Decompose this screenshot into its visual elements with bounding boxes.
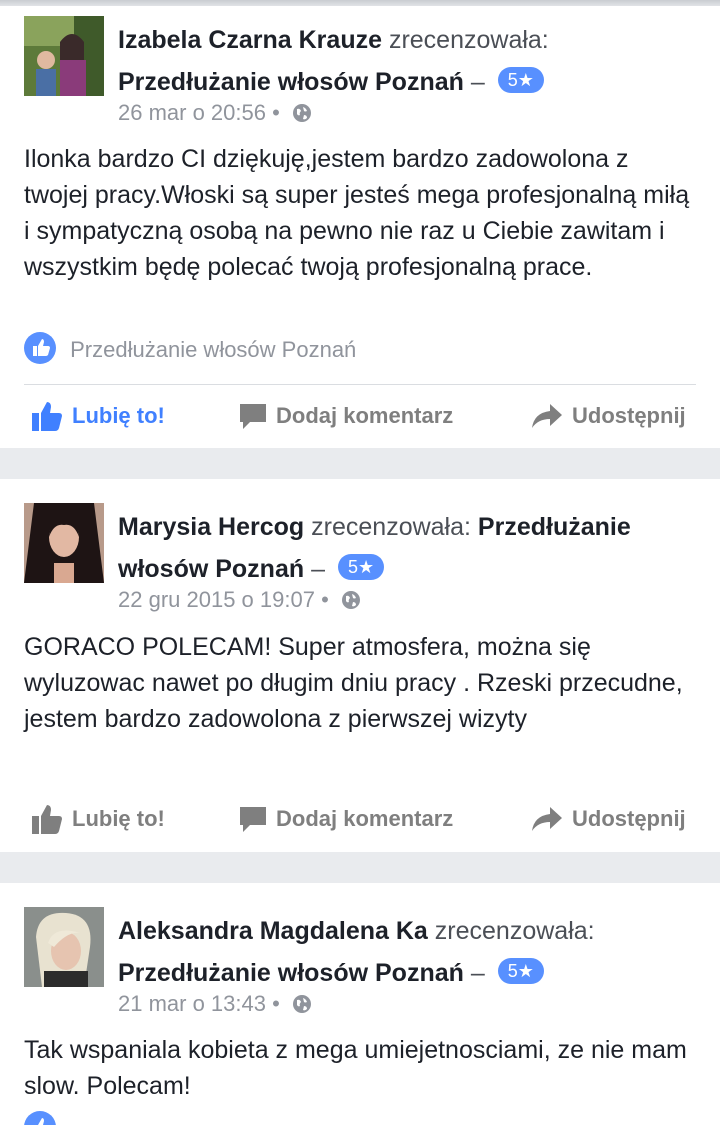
page-name[interactable]: Przedłużanie włosów Poznań	[118, 959, 464, 987]
action-bar: Lubię to! Dodaj komentarz Udostępnij	[0, 795, 720, 843]
review-text: Tak wspaniala kobieta z mega umiejetnosc…	[24, 1036, 687, 1100]
reviewer-name[interactable]: Aleksandra Magdalena Ka	[118, 917, 428, 945]
review-text: Ilonka bardzo CI dziękuję,jestem bardzo …	[24, 145, 690, 281]
review-card: Izabela Czarna Krauze zrecenzowała: Prze…	[0, 6, 720, 448]
comment-label: Dodaj komentarz	[276, 403, 454, 428]
share-icon	[532, 807, 562, 831]
share-button[interactable]: Udostępnij	[530, 392, 686, 440]
review-meta: 26 mar o 20:56 •	[118, 98, 312, 131]
globe-icon	[292, 992, 312, 1022]
comment-label: Dodaj komentarz	[276, 806, 454, 831]
review-card: Marysia Hercog zrecenzowała: Przedłużani…	[0, 479, 720, 852]
review-header: Marysia Hercog zrecenzowała: Przedłużani…	[118, 506, 704, 590]
avatar[interactable]	[24, 503, 104, 583]
meta-separator: •	[272, 991, 280, 1016]
share-button[interactable]: Udostępnij	[530, 795, 686, 843]
review-card: Aleksandra Magdalena Ka zrecenzowała: Pr…	[0, 883, 720, 1125]
dash: –	[470, 959, 485, 987]
globe-icon	[292, 101, 312, 131]
page-name[interactable]: Przedłużanie włosów Poznań	[118, 68, 464, 96]
review-date[interactable]: 21 mar o 13:43	[118, 991, 266, 1016]
comment-icon	[240, 807, 266, 832]
recommended-page[interactable]: Przedłużanie włosów Poznań	[70, 337, 356, 362]
avatar[interactable]	[24, 16, 104, 96]
dash: –	[470, 68, 485, 96]
like-label: Lubię to!	[72, 806, 165, 831]
like-badge-icon	[24, 332, 56, 373]
review-header: Aleksandra Magdalena Ka zrecenzowała: Pr…	[118, 910, 704, 994]
review-date[interactable]: 26 mar o 20:56	[118, 100, 266, 125]
review-date[interactable]: 22 gru 2015 o 19:07	[118, 587, 315, 612]
review-meta: 22 gru 2015 o 19:07 •	[118, 585, 361, 618]
dash: –	[311, 555, 325, 583]
recommended-line-partial	[24, 1111, 64, 1125]
comment-button[interactable]: Dodaj komentarz	[238, 795, 453, 843]
globe-icon	[341, 588, 361, 618]
meta-separator: •	[321, 587, 329, 612]
review-verb: zrecenzowała:	[388, 26, 549, 54]
rating-badge: 5★	[337, 554, 385, 580]
review-header: Izabela Czarna Krauze zrecenzowała: Prze…	[118, 19, 704, 103]
like-badge-icon	[24, 1111, 56, 1125]
reviewer-name[interactable]: Izabela Czarna Krauze	[118, 26, 382, 54]
like-button[interactable]: Lubię to!	[30, 795, 165, 843]
share-label: Udostępnij	[572, 403, 686, 428]
reviewer-name[interactable]: Marysia Hercog	[118, 513, 304, 541]
review-verb: zrecenzowała:	[311, 513, 471, 541]
action-bar: Lubię to! Dodaj komentarz Udostępnij	[0, 392, 720, 440]
review-meta: 21 mar o 13:43 •	[118, 989, 312, 1022]
share-icon	[532, 404, 562, 428]
like-button[interactable]: Lubię to!	[30, 392, 165, 440]
rating-badge: 5★	[497, 958, 544, 984]
like-icon	[32, 805, 62, 834]
comment-button[interactable]: Dodaj komentarz	[238, 392, 453, 440]
divider	[24, 384, 696, 385]
review-text: GORACO POLECAM! Super atmosfera, można s…	[24, 633, 683, 733]
share-label: Udostępnij	[572, 806, 686, 831]
comment-icon	[240, 404, 266, 429]
rating-badge: 5★	[497, 67, 544, 93]
avatar[interactable]	[24, 907, 104, 987]
recommended-line: Przedłużanie włosów Poznań	[24, 332, 356, 373]
like-icon	[32, 402, 62, 431]
meta-separator: •	[272, 100, 280, 125]
review-verb: zrecenzowała:	[434, 917, 595, 945]
like-label: Lubię to!	[72, 403, 165, 428]
